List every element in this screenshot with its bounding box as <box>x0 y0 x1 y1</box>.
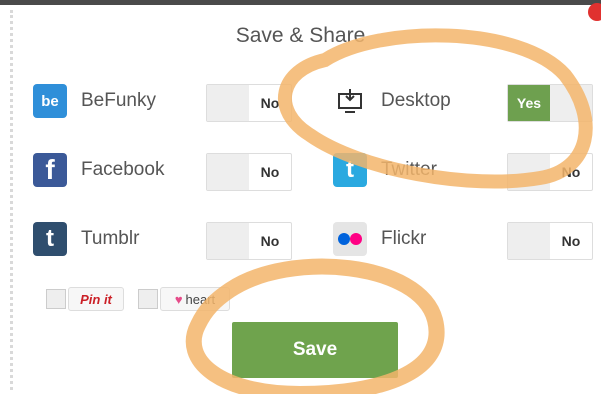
facebook-toggle[interactable]: No <box>206 153 292 191</box>
service-befunky: be BeFunky <box>33 84 156 118</box>
service-label-tumblr: Tumblr <box>81 228 140 249</box>
service-flickr: Flickr <box>333 222 426 256</box>
befunky-toggle[interactable]: No <box>206 84 292 122</box>
flickr-icon <box>333 222 367 256</box>
pinterest-checkbox[interactable] <box>46 289 66 309</box>
heart-icon: ♥ <box>174 291 183 307</box>
toggle-knob <box>550 85 592 121</box>
toggle-state-twitter: No <box>561 164 581 180</box>
dialog-left-border <box>10 10 13 390</box>
heart-label: heart <box>185 291 216 307</box>
service-label-flickr: Flickr <box>381 228 427 249</box>
save-button[interactable]: Save <box>232 322 398 378</box>
dialog-title: Save & Share <box>235 24 366 47</box>
tumblr-toggle[interactable]: No <box>206 222 292 260</box>
toggle-knob <box>207 85 249 121</box>
service-tumblr: t Tumblr <box>33 222 139 256</box>
toggle-state-facebook: No <box>260 164 280 180</box>
toggle-state-desktop: Yes <box>508 85 550 121</box>
desktop-icon <box>333 84 367 118</box>
toggle-state-tumblr: No <box>260 233 280 249</box>
heart-checkbox[interactable] <box>138 289 158 309</box>
toggle-state-flickr: No <box>561 233 581 249</box>
tumblr-icon: t <box>33 222 67 256</box>
toggle-knob <box>207 223 249 259</box>
heart-button[interactable]: ♥ heart <box>160 287 230 311</box>
desktop-toggle[interactable]: Yes <box>507 84 593 122</box>
service-desktop: Desktop <box>333 84 451 118</box>
service-label-twitter: Twitter <box>381 159 437 180</box>
service-twitter: t Twitter <box>333 153 437 187</box>
twitter-toggle[interactable]: No <box>507 153 593 191</box>
toggle-knob <box>508 223 550 259</box>
service-label-facebook: Facebook <box>81 159 165 180</box>
toggle-knob <box>207 154 249 190</box>
service-label-befunky: BeFunky <box>81 90 156 111</box>
service-facebook: f Facebook <box>33 153 164 187</box>
toggle-knob <box>508 154 550 190</box>
service-label-desktop: Desktop <box>381 90 451 111</box>
flickr-toggle[interactable]: No <box>507 222 593 260</box>
facebook-icon: f <box>33 153 67 187</box>
toggle-state-befunky: No <box>260 95 280 111</box>
window-top-border <box>0 0 601 5</box>
close-dot[interactable] <box>588 3 601 21</box>
twitter-icon: t <box>333 153 367 187</box>
pinterest-button[interactable]: Pin it <box>68 287 124 311</box>
befunky-icon: be <box>33 84 67 118</box>
